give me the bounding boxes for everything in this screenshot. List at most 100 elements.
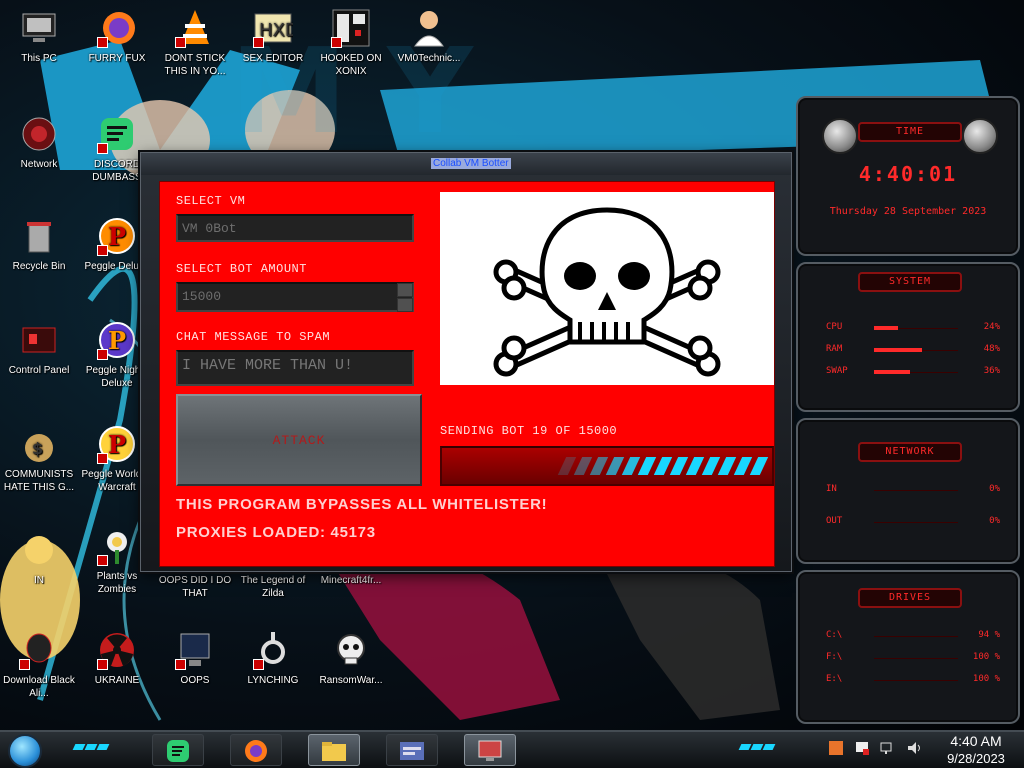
window-titlebar[interactable]: Collab VM Botter: [141, 153, 791, 175]
drives-row-value: 94 %: [978, 630, 1000, 640]
network-icon[interactable]: [880, 740, 896, 756]
network-row-key: OUT: [826, 516, 843, 526]
desktop-icon-communists[interactable]: $ COMMUNISTS HATE THIS G...: [0, 424, 78, 494]
drives-row-value: 100 %: [972, 652, 1000, 662]
taskbar-app-button[interactable]: [386, 734, 438, 766]
taskbar-clock-time[interactable]: 4:40 AM: [936, 733, 1016, 749]
desktop-icon-ransomware[interactable]: RansomWar...: [312, 630, 390, 687]
attack-button[interactable]: ATTACK: [176, 394, 422, 486]
desktop-icon-hooked-on-xonix[interactable]: HOOKED ON XONIX: [312, 8, 390, 78]
desktop-icon-vm0technic[interactable]: VM0Technic...: [390, 8, 468, 65]
desktop-icon-download-black-ali[interactable]: Download Black Ali...: [0, 630, 78, 700]
computer-icon: [19, 8, 59, 48]
network-gadget-title: NETWORK: [858, 442, 962, 462]
bot-amount-stepper[interactable]: [397, 283, 413, 312]
desktop-icon-label: OOPS DID I DO THAT: [158, 575, 232, 599]
stepper-down-button[interactable]: [397, 298, 413, 312]
desktop-icon-dont-stick[interactable]: DONT STICK THIS IN YO...: [156, 8, 234, 78]
taskbar-app-button[interactable]: [152, 734, 204, 766]
spotify-like-icon: [97, 114, 137, 154]
spotify-like-icon: [167, 740, 189, 762]
svg-text:P: P: [108, 326, 126, 355]
progress-chevron: [669, 457, 689, 475]
desktop-icon-furry-fux[interactable]: FURRY FUX: [78, 8, 156, 65]
system-gadget-title: SYSTEM: [858, 272, 962, 292]
gadget-clock: 4:40:01: [858, 162, 958, 186]
desktop-icon-network[interactable]: Network: [0, 114, 78, 171]
progress-chevron: [685, 457, 705, 475]
taskbar-clock-date[interactable]: 9/28/2023: [936, 751, 1016, 766]
desktop-icon-label: This PC: [21, 53, 57, 64]
progress-chevron: [637, 457, 657, 475]
desktop-icon-label: Network: [20, 159, 58, 170]
taskbar-app-button[interactable]: [308, 734, 360, 766]
desktop-icon-ukraine[interactable]: UKRAINE: [78, 630, 156, 687]
firefox-icon: [97, 8, 137, 48]
skull-image: [440, 192, 774, 385]
progress-chevron: [717, 457, 737, 475]
drives-row-key: F:\: [826, 652, 843, 662]
system-row-cpu: CPU 24%: [826, 322, 1000, 336]
desktop-icon-label: VM0Technic...: [397, 53, 461, 64]
desktop-icon-oops[interactable]: OOPS: [156, 630, 234, 687]
desktop-icon-label: Download Black Ali...: [3, 675, 75, 699]
notification-icon[interactable]: [828, 740, 844, 756]
chat-message-input[interactable]: I HAVE MORE THAN U!: [176, 350, 414, 386]
bypass-notice: THIS PROGRAM BYPASSES ALL WHITELISTER!: [176, 496, 548, 513]
drives-row-value: 100 %: [972, 674, 1000, 684]
desktop-icon-label: Minecraft4fr...: [320, 575, 382, 586]
start-button[interactable]: [8, 734, 42, 768]
svg-text:P: P: [108, 222, 126, 251]
time-gadget: TIME 4:40:01 Thursday 28 September 2023: [796, 96, 1020, 256]
progress-chevron: [589, 457, 609, 475]
volume-icon[interactable]: [906, 740, 922, 756]
folder-icon: [322, 742, 346, 761]
desktop-icon-this-pc[interactable]: This PC: [0, 8, 78, 65]
taskbar-app-button[interactable]: [230, 734, 282, 766]
desktop-icon-star-in[interactable]: IN: [0, 530, 78, 587]
progress-bar: [440, 446, 774, 486]
drives-row-c: C:\ 94 %: [826, 630, 1000, 644]
control-panel-icon: [19, 320, 59, 360]
progress-bar-fill: [557, 448, 772, 484]
network-row-value: 0%: [989, 516, 1000, 526]
system-row-value: 24%: [983, 322, 1000, 332]
progress-chevron: [749, 457, 769, 475]
desktop-icon-control-panel[interactable]: Control Panel: [0, 320, 78, 377]
alien-head-icon: [822, 118, 858, 154]
progress-status-text: SENDING BOT 19 OF 15000: [440, 424, 618, 438]
network-globe-icon: [19, 114, 59, 154]
peggle-icon: P: [97, 216, 137, 256]
desktop-icon-label: COMMUNISTS HATE THIS G...: [3, 469, 75, 493]
drives-row-e: E:\ 100 %: [826, 674, 1000, 688]
desktop-icon-lynching[interactable]: LYNCHING: [234, 630, 312, 687]
select-vm-field[interactable]: VM 0Bot: [176, 214, 414, 242]
bot-amount-input[interactable]: 15000: [176, 282, 414, 312]
peggle-icon: P: [97, 424, 137, 464]
system-row-value: 48%: [983, 344, 1000, 354]
taskbar-app-button[interactable]: [464, 734, 516, 766]
desktop-icon-recycle-bin[interactable]: Recycle Bin: [0, 216, 78, 273]
flag-icon[interactable]: [854, 740, 870, 756]
desktop-icon-label: Plants vs Zombies: [96, 571, 138, 595]
system-gadget: SYSTEM CPU 24% RAM 48% SWAP 36%: [796, 262, 1020, 412]
system-row-fill: [874, 370, 910, 374]
drives-gadget: DRIVES C:\ 94 % F:\ 100 % E:\ 100 %: [796, 570, 1020, 724]
money-bag-icon: $: [19, 424, 59, 464]
bot-amount-label: SELECT BOT AMOUNT: [176, 262, 307, 276]
progress-chevron: [701, 457, 721, 475]
desktop-icon-sex-editor[interactable]: HXD SEX EDITOR: [234, 8, 312, 65]
network-row-value: 0%: [989, 484, 1000, 494]
svg-text:HXD: HXD: [259, 20, 293, 41]
progress-chevron: [605, 457, 625, 475]
desktop-icon-label: RansomWar...: [319, 675, 383, 686]
system-row-fill: [874, 348, 922, 352]
star-character-icon: [19, 530, 59, 570]
progress-chevron: [573, 457, 593, 475]
stepper-up-button[interactable]: [397, 283, 413, 297]
alien-head-icon: [962, 118, 998, 154]
system-row-ram: RAM 48%: [826, 344, 1000, 358]
monitor-icon: [478, 740, 502, 761]
plant-icon: [97, 526, 137, 566]
progress-chevron: [653, 457, 673, 475]
